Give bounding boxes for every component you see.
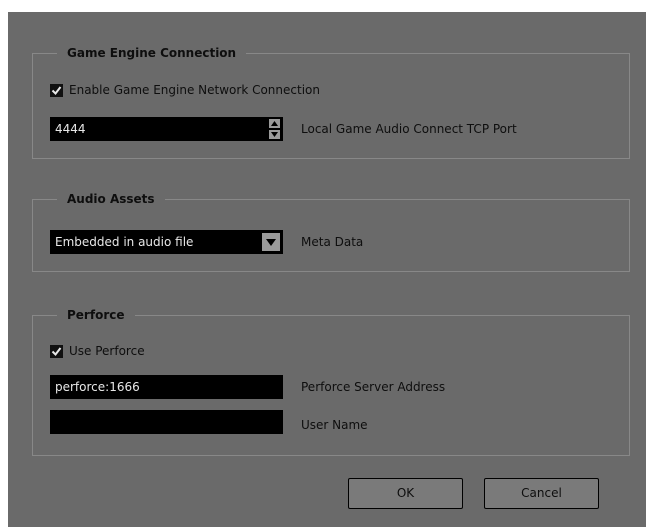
use-perforce-row[interactable]: Use Perforce [50, 343, 145, 359]
group-title: Audio Assets [57, 191, 165, 207]
spin-down-button[interactable] [269, 130, 280, 139]
checkmark-icon [51, 85, 62, 95]
spin-up-icon [271, 121, 278, 126]
tcp-port-value: 4444 [55, 122, 86, 136]
dropdown-arrow-icon [266, 238, 276, 246]
preferences-dialog: Game Engine Connection Enable Game Engin… [8, 12, 646, 527]
enable-network-connection-label: Enable Game Engine Network Connection [69, 83, 320, 97]
perforce-server-address-value: perforce:1666 [55, 380, 140, 394]
spin-down-icon [271, 132, 278, 137]
user-name-field[interactable] [50, 410, 283, 434]
tcp-port-label: Local Game Audio Connect TCP Port [301, 122, 517, 136]
cancel-button[interactable]: Cancel [484, 478, 599, 509]
dropdown-button[interactable] [262, 233, 280, 251]
meta-data-selected-value: Embedded in audio file [55, 235, 194, 249]
port-spinner [269, 119, 280, 139]
game-engine-connection-group: Game Engine Connection [32, 45, 630, 159]
enable-network-connection-checkbox[interactable] [50, 83, 63, 97]
group-title: Perforce [57, 307, 135, 323]
enable-network-connection-row[interactable]: Enable Game Engine Network Connection [50, 82, 320, 98]
perforce-server-address-field[interactable]: perforce:1666 [50, 375, 283, 399]
checkmark-icon [51, 346, 62, 356]
user-name-label: User Name [301, 418, 368, 432]
use-perforce-label: Use Perforce [69, 344, 145, 358]
tcp-port-field[interactable]: 4444 [50, 117, 283, 141]
perforce-server-address-label: Perforce Server Address [301, 380, 446, 394]
use-perforce-checkbox[interactable] [50, 344, 63, 358]
ok-button[interactable]: OK [348, 478, 463, 509]
meta-data-select[interactable]: Embedded in audio file [50, 230, 283, 254]
group-title: Game Engine Connection [57, 45, 247, 61]
spin-up-button[interactable] [269, 119, 280, 128]
meta-data-label: Meta Data [301, 235, 364, 249]
